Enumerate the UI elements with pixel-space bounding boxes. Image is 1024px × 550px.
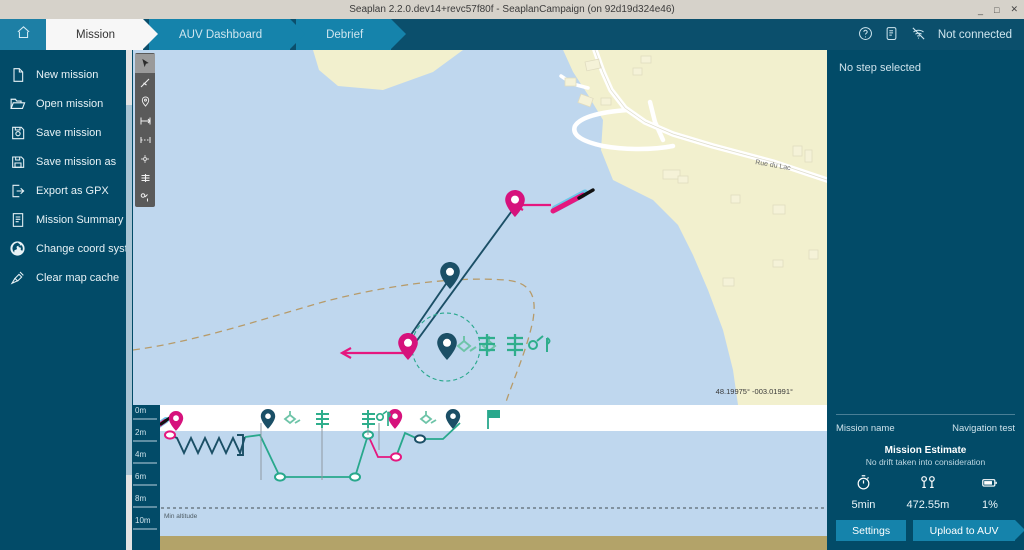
window-title: Seaplan 2.2.0.dev14+revc57f80f - Seaplan… <box>349 4 675 15</box>
sidebar-item-label: Change coord syst. <box>36 243 131 255</box>
profile-canvas: Min altitude <box>133 405 827 550</box>
stopwatch-icon <box>855 478 872 495</box>
sidebar-item-label: Save mission as <box>36 156 116 168</box>
sample-point-tool[interactable] <box>135 187 155 206</box>
depth-tick-label: 0m <box>135 406 146 415</box>
upload-to-auv-button[interactable]: Upload to AUV <box>913 520 1015 541</box>
stat-distance: 472.55m <box>907 474 950 511</box>
sidebar-item-save-mission[interactable]: Save mission <box>0 118 133 147</box>
place-marker-tool[interactable] <box>135 92 155 111</box>
line-tool[interactable] <box>135 73 155 92</box>
mission-name-value[interactable]: Navigation test <box>952 423 1015 434</box>
wifi-off-icon <box>910 26 927 44</box>
sidebar-item-label: New mission <box>36 69 98 81</box>
depth-profile-chart[interactable]: Min altitude <box>133 405 827 550</box>
home-button[interactable] <box>0 19 46 50</box>
depth-tick-label: 10m <box>135 516 151 525</box>
stat-distance-value: 472.55m <box>907 499 950 511</box>
nav-spacer <box>393 19 858 50</box>
survey-pattern-tool[interactable] <box>135 149 155 168</box>
sidebar-item-export-gpx[interactable]: Export as GPX <box>0 176 133 205</box>
window-title-bar: Seaplan 2.2.0.dev14+revc57f80f - Seaplan… <box>0 0 1024 19</box>
stat-duration-value: 5min <box>852 499 876 511</box>
no-step-selected-message: No step selected <box>827 50 1024 86</box>
sidebar-item-label: Open mission <box>36 98 103 110</box>
depth-tick-label: 4m <box>135 450 146 459</box>
depth-tick-line <box>133 484 157 486</box>
measure-distance-tool[interactable] <box>135 111 155 130</box>
panel-divider <box>836 414 1015 415</box>
measure-dashed-tool[interactable] <box>135 130 155 149</box>
maximize-button[interactable]: □ <box>994 5 999 15</box>
sidebar-item-new-mission[interactable]: New mission <box>0 60 133 89</box>
sidebar-item-label: Save mission <box>36 127 101 139</box>
depth-tick-line <box>133 462 157 464</box>
action-buttons: Settings Upload to AUV <box>836 520 1015 541</box>
tab-auv-dashboard[interactable]: AUV Dashboard <box>149 19 290 50</box>
depth-tick-label: 6m <box>135 472 146 481</box>
tab-debrief[interactable]: Debrief <box>296 19 391 50</box>
file-icon <box>8 65 27 84</box>
sidebar-item-label: Export as GPX <box>36 185 109 197</box>
depth-tick-line <box>133 418 157 420</box>
tab-mission-label: Mission <box>76 29 115 41</box>
settings-button[interactable]: Settings <box>836 520 906 541</box>
depth-tick-label: 8m <box>135 494 146 503</box>
sidebar-item-label: Clear map cache <box>36 272 119 284</box>
sidebar-item-change-coord-syst[interactable]: Change coord syst. <box>0 234 133 263</box>
connection-status: Not connected <box>938 29 1012 41</box>
tab-mission[interactable]: Mission <box>46 19 143 50</box>
map-toolbar[interactable] <box>135 53 155 207</box>
mission-name-row: Mission name Navigation test <box>836 423 1015 434</box>
select-cursor-tool[interactable] <box>135 54 155 73</box>
sidebar-item-mission-summary[interactable]: Mission Summary <box>0 205 133 234</box>
mission-estimate-title: Mission Estimate <box>836 445 1015 456</box>
globe-icon <box>8 239 27 258</box>
folder-icon <box>8 94 27 113</box>
stat-duration: 5min <box>852 474 876 511</box>
mission-info-section: Mission name Navigation test Mission Est… <box>836 414 1015 550</box>
depth-tick-label: 2m <box>135 428 146 437</box>
floppy-disk-icon <box>8 123 27 142</box>
list-document-icon <box>8 210 27 229</box>
mission-estimate-stats: 5min 472.55m <box>836 474 1015 511</box>
window-controls: _ □ ✕ <box>978 0 1018 19</box>
sidebar-item-clear-map-cache[interactable]: Clear map cache <box>0 263 133 292</box>
connection-area: Not connected <box>858 19 1024 50</box>
close-button[interactable]: ✕ <box>1010 4 1018 15</box>
export-arrow-icon <box>8 181 27 200</box>
map-canvas: Rue du Lac <box>133 50 827 405</box>
broom-icon <box>8 268 27 287</box>
main-navigation-bar: Mission AUV Dashboard Debrief <box>0 19 1024 50</box>
floppy-disk-plus-icon <box>8 152 27 171</box>
depth-axis: 0m 2m 4m 6m 8m 10m <box>133 405 160 550</box>
map-coordinates-label: 48.19975° -003.01991° <box>716 387 793 396</box>
stat-battery-value: 1% <box>980 499 999 511</box>
sidebar-item-open-mission[interactable]: Open mission <box>0 89 133 118</box>
depth-tick-line <box>133 528 157 530</box>
minimize-button[interactable]: _ <box>978 5 983 15</box>
map-view[interactable]: Rue du Lac <box>133 50 827 405</box>
help-circle-icon[interactable] <box>858 26 873 44</box>
stat-battery: 1% <box>980 474 999 511</box>
mission-estimate-note: No drift taken into consideration <box>836 457 1015 467</box>
scrollbar-thumb[interactable] <box>126 105 132 475</box>
home-icon <box>16 25 31 45</box>
lawnmower-tool[interactable] <box>135 168 155 187</box>
depth-tick-line <box>133 506 157 508</box>
battery-icon <box>980 478 999 495</box>
right-panel: No step selected Mission name Navigation… <box>827 50 1024 550</box>
sidebar-scrollbar[interactable] <box>126 50 132 550</box>
sidebar-item-label: Mission Summary <box>36 214 123 226</box>
tab-debrief-label: Debrief <box>326 29 363 41</box>
tab-auv-dashboard-label: AUV Dashboard <box>179 29 262 41</box>
document-icon[interactable] <box>884 26 899 44</box>
min-altitude-label: Min altitude <box>164 513 198 520</box>
sidebar-menu: New mission Open mission Save mission Sa… <box>0 50 133 550</box>
depth-tick-line <box>133 440 157 442</box>
distance-icon <box>919 478 937 495</box>
sidebar-item-save-mission-as[interactable]: Save mission as <box>0 147 133 176</box>
mission-name-label: Mission name <box>836 423 895 434</box>
